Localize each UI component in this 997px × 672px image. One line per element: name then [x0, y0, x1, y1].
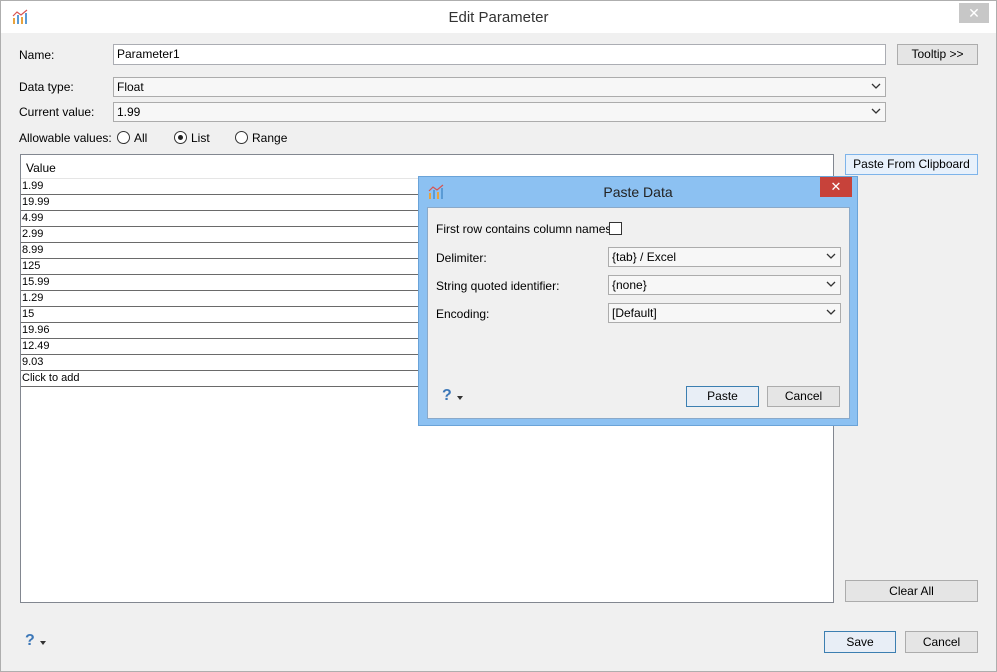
current-value-label: Current value: [19, 105, 95, 119]
encoding-value: [Default] [612, 306, 657, 320]
dialog-help-icon[interactable]: ? [442, 387, 452, 405]
clear-all-button[interactable]: Clear All [845, 580, 978, 602]
dialog-cancel-button[interactable]: Cancel [767, 386, 840, 407]
chevron-down-icon [826, 253, 836, 259]
cancel-button[interactable]: Cancel [905, 631, 978, 653]
dialog-body: First row contains column names: Delimit… [427, 207, 850, 419]
close-icon: ✕ [968, 5, 980, 21]
datatype-value: Float [117, 80, 144, 94]
window-close-button[interactable]: ✕ [959, 3, 989, 23]
delimiter-select[interactable]: {tab} / Excel [608, 247, 841, 267]
help-dropdown-caret-icon[interactable] [40, 641, 46, 645]
close-icon: ✕ [830, 179, 842, 194]
encoding-label: Encoding: [436, 307, 490, 321]
name-input[interactable]: Parameter1 [113, 44, 886, 65]
current-value: 1.99 [117, 105, 141, 119]
chevron-down-icon [871, 83, 881, 89]
radio-list[interactable] [174, 131, 187, 144]
paste-button[interactable]: Paste [686, 386, 759, 407]
radio-all-label[interactable]: All [134, 131, 147, 145]
radio-range[interactable] [235, 131, 248, 144]
first-row-label: First row contains column names: [436, 222, 615, 236]
datatype-label: Data type: [19, 80, 74, 94]
delimiter-value: {tab} / Excel [612, 250, 677, 264]
allowable-values-label: Allowable values: [19, 131, 112, 145]
save-button[interactable]: Save [824, 631, 896, 653]
chevron-down-icon [826, 309, 836, 315]
quoted-identifier-value: {none} [612, 278, 647, 292]
dialog-close-button[interactable]: ✕ [820, 177, 852, 197]
quoted-identifier-select[interactable]: {none} [608, 275, 841, 295]
quoted-identifier-label: String quoted identifier: [436, 279, 560, 293]
delimiter-label: Delimiter: [436, 251, 487, 265]
first-row-checkbox[interactable] [609, 222, 622, 235]
radio-list-label[interactable]: List [191, 131, 210, 145]
title-bar: Edit Parameter ✕ [1, 1, 996, 33]
radio-range-label[interactable]: Range [252, 131, 287, 145]
tooltip-button[interactable]: Tooltip >> [897, 44, 978, 65]
name-label: Name: [19, 48, 55, 62]
help-icon[interactable]: ? [25, 632, 35, 650]
help-dropdown-caret-icon[interactable] [457, 396, 463, 400]
datatype-select[interactable]: Float [113, 77, 886, 97]
window-title: Edit Parameter [448, 9, 549, 26]
paste-data-dialog: Paste Data ✕ First row contains column n… [418, 176, 858, 426]
current-value-select[interactable]: 1.99 [113, 102, 886, 122]
paste-from-clipboard-button[interactable]: Paste From Clipboard [845, 154, 978, 175]
radio-all[interactable] [117, 131, 130, 144]
encoding-select[interactable]: [Default] [608, 303, 841, 323]
chevron-down-icon [826, 281, 836, 287]
dialog-title: Paste Data [603, 184, 673, 200]
chevron-down-icon [871, 108, 881, 114]
